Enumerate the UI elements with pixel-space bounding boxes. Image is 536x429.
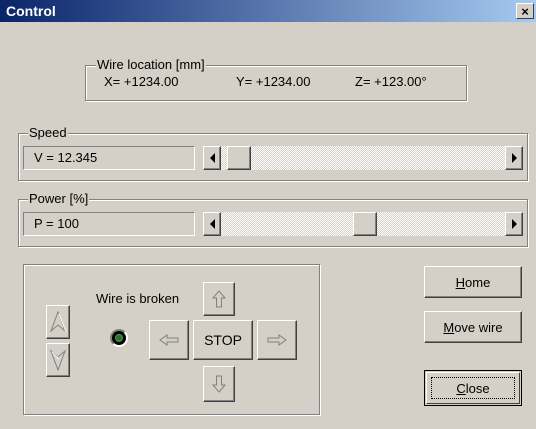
arrow-down-icon	[212, 375, 226, 393]
move-mnemonic: M	[443, 319, 455, 335]
move-down-button[interactable]	[203, 366, 235, 402]
move-right-button[interactable]	[257, 320, 297, 360]
speed-legend: Speed	[28, 125, 68, 140]
tilt-up-button[interactable]	[46, 305, 70, 339]
power-slider[interactable]	[203, 212, 523, 236]
home-label-rest: ome	[465, 274, 491, 290]
wire-location-legend: Wire location [mm]	[96, 57, 206, 72]
speed-value-field: V = 12.345	[23, 146, 195, 170]
speed-slider-track[interactable]	[203, 146, 523, 170]
stop-label: STOP	[204, 332, 242, 348]
wire-status-label: Wire is broken	[96, 291, 180, 306]
tilt-up-icon	[49, 311, 67, 333]
home-mnemonic: H	[455, 274, 466, 290]
power-slider-right-button[interactable]	[505, 212, 523, 236]
move-left-button[interactable]	[149, 320, 189, 360]
wire-x-value: X= +1234.00	[104, 74, 179, 89]
wire-z-value: Z= +123.00°	[355, 74, 427, 89]
close-glyph: ×	[521, 3, 529, 19]
arrow-left-icon	[159, 334, 179, 346]
title-bar[interactable]: Control ×	[0, 0, 536, 22]
home-button[interactable]: Home	[424, 266, 522, 298]
stop-button[interactable]: STOP	[193, 320, 253, 360]
speed-slider-left-button[interactable]	[203, 146, 221, 170]
close-icon[interactable]: ×	[516, 3, 534, 19]
power-slider-thumb[interactable]	[353, 212, 377, 236]
move-up-button[interactable]	[203, 282, 235, 316]
move-wire-button[interactable]: Move wire	[424, 311, 522, 343]
focus-ring	[431, 377, 515, 399]
arrow-right-icon	[511, 219, 517, 229]
wire-broken-led	[110, 329, 128, 347]
speed-value-text: V = 12.345	[34, 150, 98, 165]
speed-slider[interactable]	[203, 146, 523, 170]
power-value-text: P = 100	[34, 216, 79, 231]
close-button[interactable]: Close	[424, 370, 522, 406]
wire-y-value: Y= +1234.00	[236, 74, 311, 89]
arrow-right-icon	[267, 334, 287, 346]
arrow-left-icon	[209, 219, 215, 229]
speed-slider-right-button[interactable]	[505, 146, 523, 170]
power-slider-left-button[interactable]	[203, 212, 221, 236]
tilt-down-button[interactable]	[46, 343, 70, 377]
power-value-field: P = 100	[23, 212, 195, 236]
arrow-up-icon	[212, 290, 226, 308]
power-legend: Power [%]	[28, 191, 90, 206]
window-title: Control	[6, 3, 56, 19]
move-label-rest: ove wire	[454, 319, 503, 335]
arrow-right-icon	[511, 153, 517, 163]
tilt-down-icon	[49, 349, 67, 371]
close-button-face[interactable]: Close	[426, 372, 520, 404]
arrow-left-icon	[209, 153, 215, 163]
move-wire-label: Move wire	[443, 320, 502, 335]
speed-slider-thumb[interactable]	[227, 146, 251, 170]
home-label: Home	[456, 275, 491, 290]
